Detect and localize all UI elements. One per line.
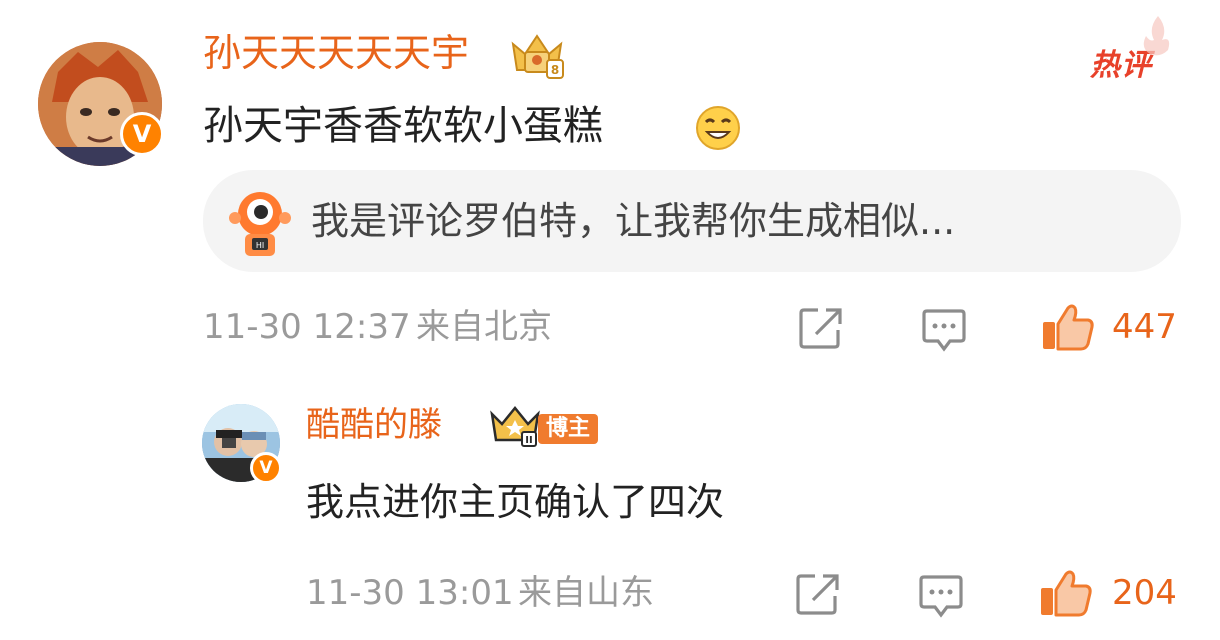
reply-time: 11-30 13:01 — [306, 573, 514, 613]
reply-username[interactable]: 酷酷的滕 — [306, 408, 442, 442]
vip-crown-icon: 8 — [507, 30, 567, 80]
reply-verified-badge: V — [250, 452, 282, 484]
share-icon[interactable] — [798, 306, 844, 350]
reply-share-icon[interactable] — [795, 572, 841, 616]
comment-text: 孙天宇香香软软小蛋糕 — [203, 103, 603, 149]
reply-like-count: 204 — [1112, 573, 1177, 613]
vip-level: 8 — [551, 63, 559, 77]
svg-text:HI: HI — [256, 241, 264, 250]
robot-prompt-text: 我是评论罗伯特，让我帮你生成相似... — [311, 199, 956, 243]
crown-icon: II — [488, 404, 542, 452]
reply-comment-icon[interactable] — [917, 574, 965, 618]
comment-location: 来自北京 — [416, 307, 552, 347]
username[interactable]: 孙天天天天天宇 — [203, 34, 469, 72]
like-count: 447 — [1112, 307, 1177, 347]
smirk-emoji-icon — [694, 104, 742, 156]
reply-text: 我点进你主页确认了四次 — [306, 480, 725, 524]
thumbs-up-icon[interactable] — [1040, 302, 1096, 352]
comment-icon[interactable] — [920, 308, 968, 352]
verified-badge: V — [120, 112, 164, 156]
reply-thumbs-up-icon[interactable] — [1038, 568, 1094, 618]
host-badge: 博主 — [538, 414, 599, 445]
crown-level: II — [525, 435, 532, 446]
hot-flame-icon — [1138, 14, 1174, 62]
reply-location: 来自山东 — [518, 573, 654, 613]
comment-time: 11-30 12:37 — [203, 307, 411, 347]
comment-robot-prompt[interactable]: HI 我是评论罗伯特，让我帮你生成相似... — [203, 170, 1181, 272]
robot-mascot-icon: HI — [227, 188, 293, 264]
